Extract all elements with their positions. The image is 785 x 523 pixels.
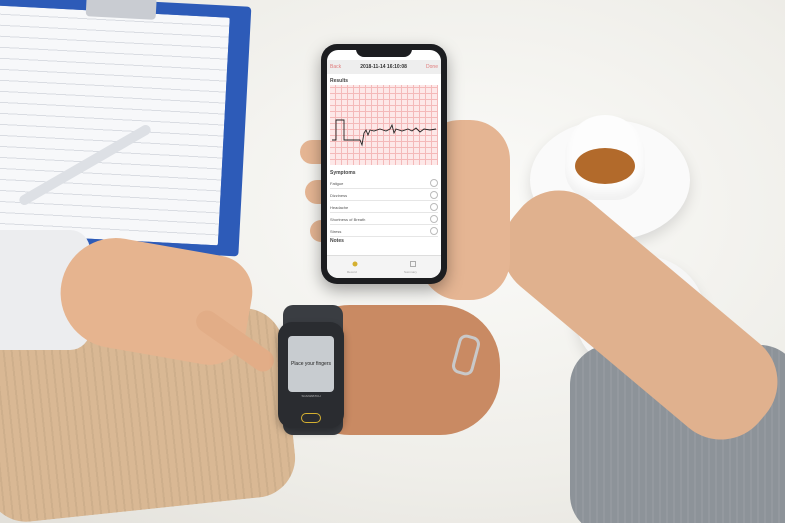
nav-bar: Back 2018-11-14 16:10:08 Done <box>327 60 441 74</box>
summary-icon[interactable] <box>410 261 416 267</box>
symptom-row[interactable]: Shortness of Breath <box>330 214 438 225</box>
clipboard-paper <box>0 5 230 246</box>
symptom-label: Dizziness <box>330 192 348 198</box>
checkbox-icon[interactable] <box>430 203 438 211</box>
clipboard <box>0 0 252 257</box>
phone-screen: Back 2018-11-14 16:10:08 Done Results Sy… <box>327 50 441 278</box>
tab-record[interactable]: Record <box>347 270 357 274</box>
tab-summary[interactable]: Summary <box>404 270 417 274</box>
nav-title: 2018-11-14 16:10:08 <box>360 64 407 70</box>
checkbox-icon[interactable] <box>430 215 438 223</box>
phone-notch <box>356 48 412 57</box>
checkbox-icon[interactable] <box>430 191 438 199</box>
symptom-row[interactable]: Dizziness <box>330 190 438 201</box>
symptom-label: Headache <box>330 204 349 210</box>
checkbox-icon[interactable] <box>430 227 438 235</box>
photo-scene: Place your fingers SCANWATCH Back 2018-1… <box>0 0 785 523</box>
results-label: Results <box>330 78 349 84</box>
watch-screen[interactable]: Place your fingers <box>288 336 334 392</box>
notes-label: Notes <box>330 238 344 244</box>
symptom-label: Stress <box>330 228 342 234</box>
watch-button[interactable] <box>301 413 321 423</box>
symptom-row[interactable]: Headache <box>330 202 438 213</box>
tea <box>575 148 635 184</box>
watch-brand: SCANWATCH <box>301 394 321 398</box>
record-icon[interactable] <box>352 261 358 267</box>
symptom-row[interactable]: Stress <box>330 226 438 237</box>
done-button[interactable]: Done <box>426 64 438 70</box>
ecg-chart <box>330 85 438 165</box>
checkbox-icon[interactable] <box>430 179 438 187</box>
tab-bar: Record Summary <box>327 255 441 278</box>
symptoms-label: Symptoms <box>330 170 356 176</box>
symptom-row[interactable]: Fatigue <box>330 178 438 189</box>
ecg-trace <box>332 119 437 147</box>
symptom-label: Shortness of Breath <box>330 216 366 222</box>
watch-screen-text: Place your fingers <box>290 361 332 367</box>
back-button[interactable]: Back <box>330 64 341 70</box>
symptom-label: Fatigue <box>330 180 344 186</box>
